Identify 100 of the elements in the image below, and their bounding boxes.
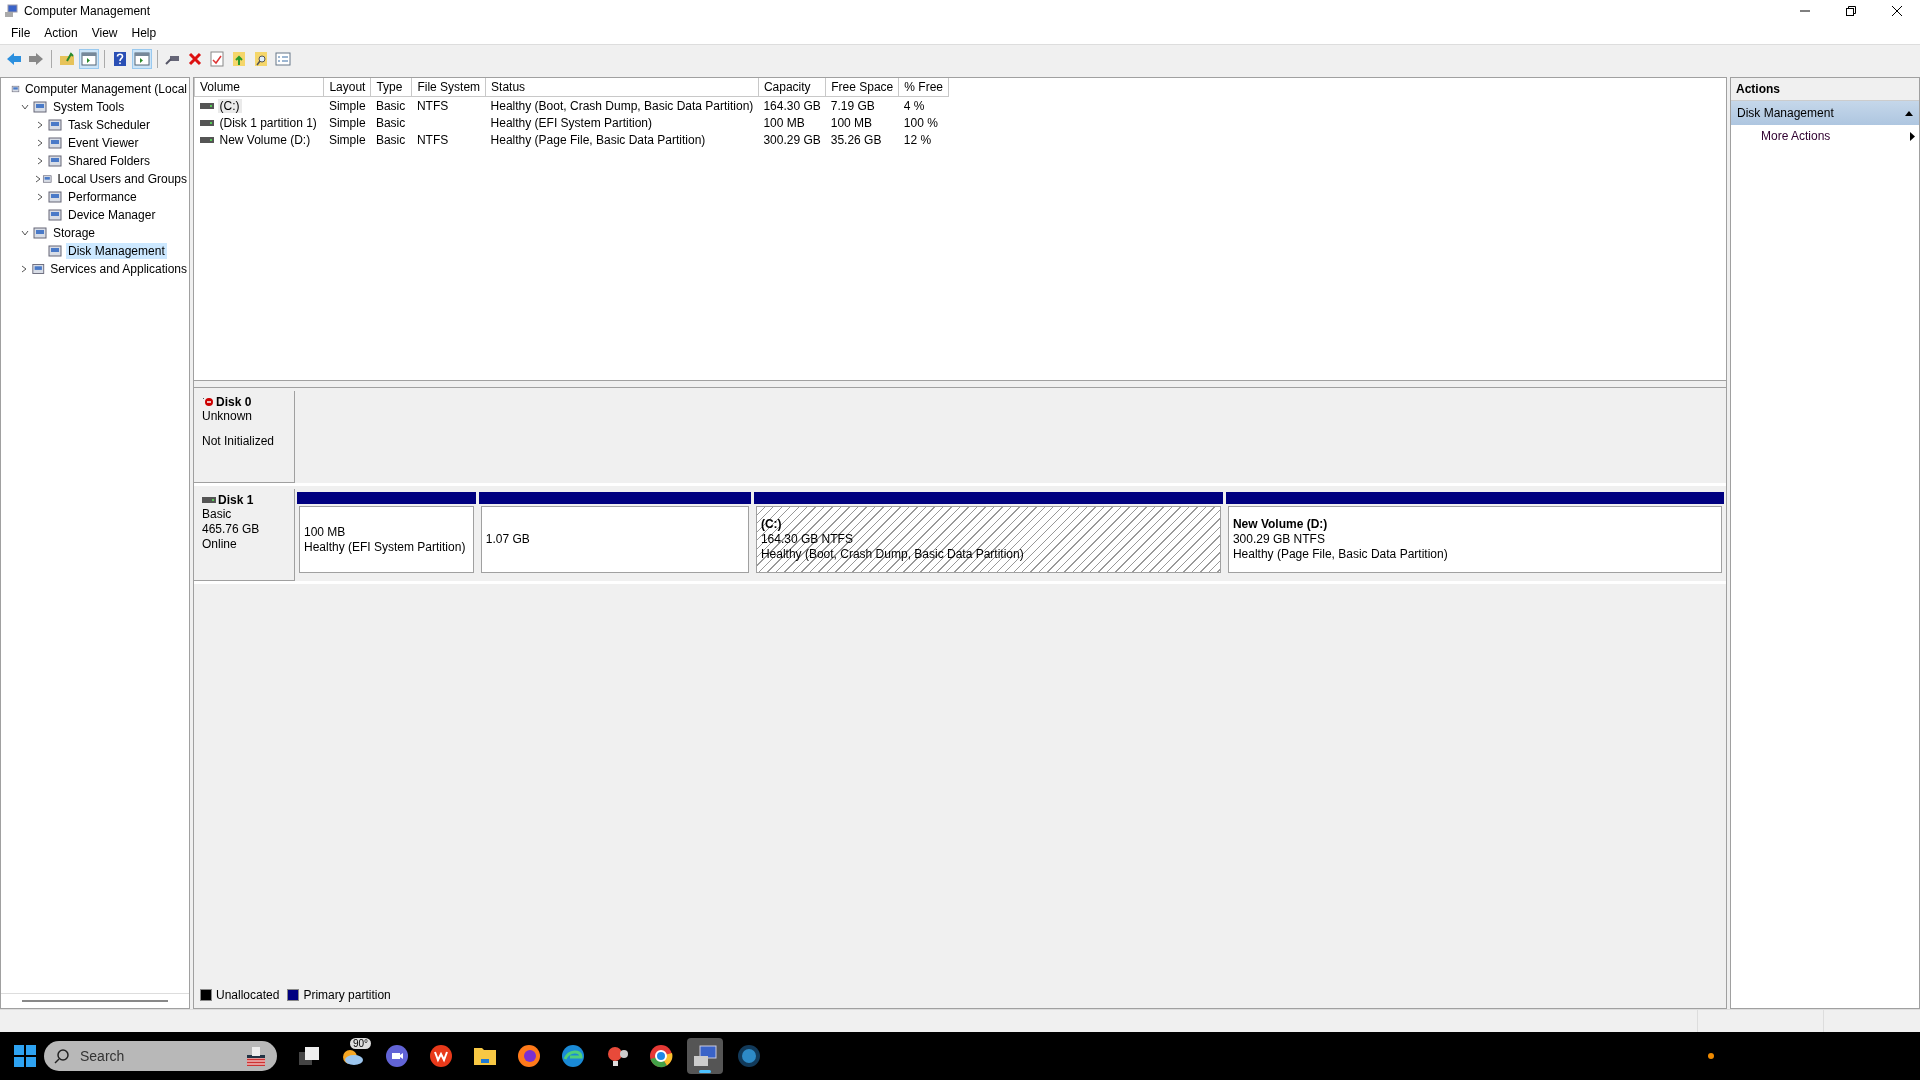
tree-node-icon	[47, 189, 63, 205]
tree-item[interactable]: Task Scheduler	[66, 117, 153, 133]
table-cell: 4 %	[903, 98, 925, 113]
column-header[interactable]: Free Space	[825, 78, 899, 97]
notification-dot-icon	[1708, 1053, 1714, 1059]
tree-node-icon	[32, 99, 48, 115]
folder-up-icon	[59, 52, 75, 66]
column-header[interactable]: Type	[370, 78, 412, 97]
table-cell: Simple	[328, 115, 366, 130]
table-cell-text: New Volume (D:)	[218, 132, 312, 147]
partition-text: 1.07 GB	[485, 532, 531, 547]
tree-item[interactable]: Disk Management	[66, 243, 167, 259]
disk-info-text: Unknown	[202, 409, 254, 424]
column-header[interactable]: Volume	[194, 78, 324, 97]
disk-name: Disk 0	[216, 395, 252, 409]
back-arrow-icon	[6, 52, 22, 66]
toolbar-button[interactable]	[79, 49, 99, 69]
globe-icon	[737, 1044, 761, 1068]
table-cell-text: (Disk 1 partition 1)	[218, 115, 318, 130]
disk-status-text: Not Initialized	[202, 434, 276, 449]
browser-ring-icon	[649, 1044, 673, 1068]
window-title: Computer Management	[24, 4, 152, 18]
tree-item[interactable]: Device Manager	[66, 207, 158, 223]
tree-item[interactable]: Local Users and Groups	[55, 171, 189, 187]
taskbar-app[interactable]: 90°	[335, 1038, 371, 1074]
tree-node-icon	[47, 207, 63, 223]
tree-item[interactable]: Storage	[51, 225, 98, 241]
table-cell: Simple	[328, 98, 366, 113]
tree-item[interactable]: Computer Management (Local	[22, 81, 189, 97]
legend-label: Unallocated	[216, 988, 280, 1002]
tree-node-icon	[47, 117, 63, 133]
ballot-box-icon	[245, 1045, 267, 1067]
partition-text: Healthy (Page File, Basic Data Partition)	[1232, 547, 1449, 562]
partition-name: (C:)	[760, 517, 783, 532]
disk-name: Disk 1	[218, 493, 254, 507]
tree-item[interactable]: Shared Folders	[66, 153, 153, 169]
table-cell: 100 %	[903, 115, 938, 130]
tree-node-icon	[32, 225, 48, 241]
drive-icon	[202, 497, 216, 503]
menu-item[interactable]: File	[4, 24, 38, 42]
partition-text: 100 MB	[304, 524, 347, 540]
office-app-icon	[429, 1044, 453, 1068]
toolbar-button[interactable]	[207, 49, 227, 69]
column-header[interactable]: Status	[485, 78, 759, 97]
search-icon	[54, 1048, 70, 1064]
partition-text: 164.30 GB NTFS	[760, 532, 854, 547]
partition-block[interactable]: New Volume (D:) 300.29 GB NTFS Healthy (Page File, Basic Data Partition)	[1225, 492, 1724, 575]
start-icon[interactable]	[14, 1045, 36, 1067]
actions-section-header[interactable]: Disk Management	[1731, 101, 1919, 125]
partition-name: New Volume (D:)	[1232, 517, 1329, 532]
table-cell: 300.29 GB	[763, 132, 821, 147]
disk-info-text: 465.76 GB	[202, 522, 261, 537]
partition-text: Healthy (EFI System Partition)	[304, 539, 467, 555]
drive-icon	[199, 119, 214, 126]
tree-item[interactable]: System Tools	[51, 99, 127, 115]
drive-icon	[199, 102, 214, 109]
menu-item[interactable]: Help	[124, 24, 164, 42]
app-icon	[4, 4, 18, 18]
search-folder-icon	[254, 51, 268, 67]
table-cell: 100 MB	[830, 115, 873, 130]
tree-item[interactable]: Event Viewer	[66, 135, 141, 151]
partition-block[interactable]: 100 MB Healthy (EFI System Partition)	[297, 492, 476, 575]
partition-block[interactable]: 1.07 GB	[478, 492, 751, 575]
column-header[interactable]: Capacity	[758, 78, 826, 97]
disk-info-text: Online	[202, 537, 238, 552]
delete-icon	[188, 52, 202, 66]
table-cell: 100 MB	[763, 115, 805, 130]
search-field[interactable]: Search	[44, 1041, 277, 1071]
column-header[interactable]: Layout	[323, 78, 371, 97]
disk-info-text: Basic	[202, 507, 233, 522]
table-cell: 35.26 GB	[830, 132, 882, 147]
submenu-arrow-icon	[1910, 131, 1915, 141]
tree-item[interactable]: Services and Applications	[48, 261, 189, 277]
menu-item[interactable]: View	[84, 24, 125, 42]
tree-node-icon	[47, 153, 63, 169]
table-cell: 12 %	[903, 132, 932, 147]
export-folder-icon	[232, 51, 246, 67]
column-header[interactable]: File System	[411, 78, 486, 97]
actions-title: Actions	[1731, 78, 1919, 101]
pane-toggle-icon	[134, 52, 150, 66]
help-icon	[113, 51, 127, 67]
table-cell: Basic	[375, 115, 406, 130]
checklist-icon	[275, 52, 291, 66]
disk-error-icon	[202, 397, 214, 407]
checked-document-icon	[210, 51, 224, 67]
search-input[interactable]: Search	[78, 1047, 237, 1065]
tree-node-icon	[30, 261, 46, 277]
table-cell: Healthy (Boot, Crash Dump, Basic Data Partition)	[490, 98, 754, 113]
table-cell: NTFS	[416, 132, 449, 147]
scrollbar-thumb[interactable]	[22, 1000, 168, 1002]
pane-toggle-icon	[81, 52, 97, 66]
table-cell: Basic	[375, 98, 406, 113]
tree-node-icon	[47, 135, 63, 151]
tree-item[interactable]: Performance	[66, 189, 139, 205]
column-header[interactable]: % Free	[898, 78, 949, 97]
toolbar-button[interactable]	[132, 49, 152, 69]
forward-arrow-icon	[28, 52, 44, 66]
temperature-badge: 90°	[349, 1038, 371, 1049]
partition-block[interactable]: (C:) 164.30 GB NTFS Healthy (Boot, Crash Dump, Basic Data Partition)	[753, 492, 1223, 575]
menu-item[interactable]: Action	[37, 24, 85, 42]
